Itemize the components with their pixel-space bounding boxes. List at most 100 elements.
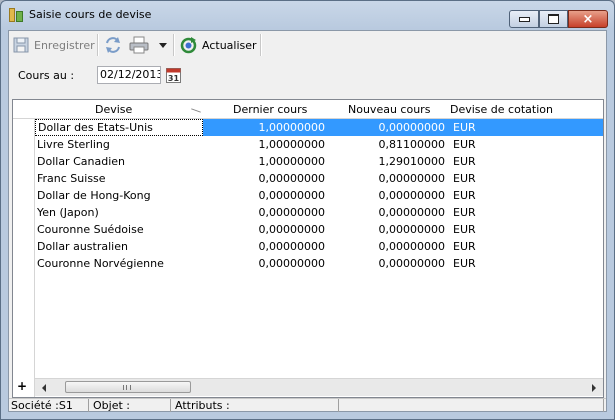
toolbar-separator — [97, 34, 99, 56]
cell-devise: Dollar des Etats-Unis — [38, 121, 153, 134]
cell-devise-cotation: EUR — [453, 240, 476, 253]
cell-devise: Livre Sterling — [37, 138, 110, 151]
minimize-button[interactable] — [509, 10, 539, 28]
app-icon[interactable] — [9, 8, 23, 22]
cell-devise-cotation: EUR — [453, 138, 476, 151]
cell-devise: Dollar Canadien — [37, 155, 125, 168]
status-objet: Objet : — [91, 399, 171, 412]
row-selector-column — [13, 100, 35, 397]
window-title: Saisie cours de devise — [29, 8, 152, 21]
horizontal-scrollbar[interactable] — [35, 378, 603, 396]
cell-devise: Dollar australien — [37, 240, 128, 253]
scroll-thumb[interactable] — [65, 381, 191, 393]
cell-nouveau-cours[interactable]: 0,00000000 — [345, 189, 445, 202]
maximize-icon — [548, 14, 559, 24]
status-bar: Société :S1 Objet : Attributs : — [9, 398, 606, 412]
rate-date-field[interactable]: 02/12/2013 — [97, 66, 161, 84]
column-header-devise[interactable]: Devise — [95, 103, 132, 116]
cell-devise: Franc Suisse — [37, 172, 106, 185]
cell-devise: Couronne Norvégienne — [37, 257, 164, 270]
print-icon — [129, 36, 149, 54]
print-button[interactable] — [129, 34, 149, 56]
selected-cell[interactable]: Dollar des Etats-Unis — [35, 119, 203, 136]
cell-devise-cotation: EUR — [453, 189, 476, 202]
toolbar-separator — [173, 34, 175, 56]
cell-devise-cotation: EUR — [453, 121, 476, 134]
cell-devise-cotation: EUR — [453, 257, 476, 270]
rate-date-row: Cours au : 02/12/2013 31 — [9, 63, 606, 87]
status-attributs: Attributs : — [173, 399, 339, 412]
grip-icon — [123, 385, 131, 390]
sync-button[interactable] — [104, 34, 122, 56]
column-header-dernier-cours[interactable]: Dernier cours — [233, 103, 307, 116]
calendar-button[interactable]: 31 — [166, 68, 181, 83]
add-row-button[interactable]: + — [17, 379, 27, 393]
app-window: Saisie cours de devise × Enregistrer Act… — [0, 0, 615, 420]
cell-devise-cotation: EUR — [453, 223, 476, 236]
client-area: Enregistrer Actualiser Cours au: 02/12/… — [8, 30, 607, 412]
cell-dernier-cours: 0,00000000 — [258, 172, 325, 185]
toolbar: Enregistrer Actualiser — [9, 31, 606, 59]
rate-date-label: Cours au : — [18, 69, 75, 82]
minimize-icon — [518, 16, 530, 22]
column-header-devise-cotation[interactable]: Devise de cotation — [450, 103, 553, 116]
grid-header: Devise Dernier cours Nouveau cours Devis… — [13, 100, 603, 119]
chevron-left-icon — [42, 383, 46, 392]
table-row[interactable]: Dollar Canadien 1,00000000 1,29010000 EU… — [35, 153, 603, 170]
cell-dernier-cours: 0,00000000 — [258, 189, 325, 202]
scroll-left-button[interactable] — [37, 381, 51, 394]
cell-dernier-cours: 0,00000000 — [258, 257, 325, 270]
cell-devise: Yen (Japon) — [37, 206, 99, 219]
cell-nouveau-cours[interactable]: 0,00000000 — [345, 206, 445, 219]
table-row[interactable]: Yen (Japon) 0,00000000 0,00000000 EUR — [35, 204, 603, 221]
cell-dernier-cours: 1,00000000 — [258, 138, 325, 151]
cell-nouveau-cours[interactable]: 0,00000000 — [345, 240, 445, 253]
table-row[interactable]: Couronne Suédoise 0,00000000 0,00000000 … — [35, 221, 603, 238]
refresh-label: Actualiser — [202, 38, 257, 52]
cell-nouveau-cours[interactable]: 0,81100000 — [345, 138, 445, 151]
currency-grid[interactable]: Devise Dernier cours Nouveau cours Devis… — [12, 99, 604, 398]
cell-dernier-cours: 0,00000000 — [258, 240, 325, 253]
sync-icon — [106, 37, 120, 53]
save-icon — [13, 37, 29, 53]
print-options-dropdown[interactable] — [158, 34, 168, 56]
table-row[interactable]: Livre Sterling 1,00000000 0,81100000 EUR — [35, 136, 603, 153]
save-button[interactable]: Enregistrer — [13, 34, 95, 56]
cell-nouveau-cours[interactable]: 0,00000000 — [345, 121, 445, 134]
toolbar-separator — [260, 34, 262, 56]
scroll-right-button[interactable] — [587, 381, 601, 394]
title-bar[interactable]: Saisie cours de devise × — [1, 1, 614, 29]
cell-dernier-cours: 0,00000000 — [258, 223, 325, 236]
calendar-icon: 31 — [166, 68, 181, 83]
cell-nouveau-cours[interactable]: 0,00000000 — [345, 257, 445, 270]
cell-devise: Dollar de Hong-Kong — [37, 189, 151, 202]
chevron-right-icon — [592, 383, 596, 392]
cell-nouveau-cours[interactable]: 1,29010000 — [345, 155, 445, 168]
cell-devise: Couronne Suédoise — [37, 223, 144, 236]
refresh-icon — [180, 36, 197, 53]
table-row[interactable]: Dollar de Hong-Kong 0,00000000 0,0000000… — [35, 187, 603, 204]
status-societe: Société :S1 — [9, 399, 89, 412]
cell-nouveau-cours[interactable]: 0,00000000 — [345, 172, 445, 185]
table-row[interactable]: Dollar des Etats-Unis 1,00000000 0,00000… — [35, 119, 603, 136]
cell-dernier-cours: 1,00000000 — [258, 121, 325, 134]
maximize-button[interactable] — [539, 10, 568, 28]
cell-dernier-cours: 0,00000000 — [258, 206, 325, 219]
cell-nouveau-cours[interactable]: 0,00000000 — [345, 223, 445, 236]
sort-indicator-icon — [191, 108, 201, 113]
table-row[interactable]: Couronne Norvégienne 0,00000000 0,000000… — [35, 255, 603, 272]
calendar-day: 31 — [168, 74, 180, 83]
table-row[interactable]: Dollar australien 0,00000000 0,00000000 … — [35, 238, 603, 255]
table-row[interactable]: Franc Suisse 0,00000000 0,00000000 EUR — [35, 170, 603, 187]
cell-dernier-cours: 1,00000000 — [258, 155, 325, 168]
cell-devise-cotation: EUR — [453, 172, 476, 185]
status-extra — [341, 399, 604, 412]
dropdown-arrow-icon — [159, 43, 167, 48]
cell-devise-cotation: EUR — [453, 155, 476, 168]
close-icon: × — [582, 11, 594, 27]
save-label: Enregistrer — [34, 38, 95, 52]
close-button[interactable]: × — [568, 10, 608, 28]
refresh-button[interactable]: Actualiser — [180, 34, 257, 56]
cell-devise-cotation: EUR — [453, 206, 476, 219]
column-header-nouveau-cours[interactable]: Nouveau cours — [348, 103, 430, 116]
